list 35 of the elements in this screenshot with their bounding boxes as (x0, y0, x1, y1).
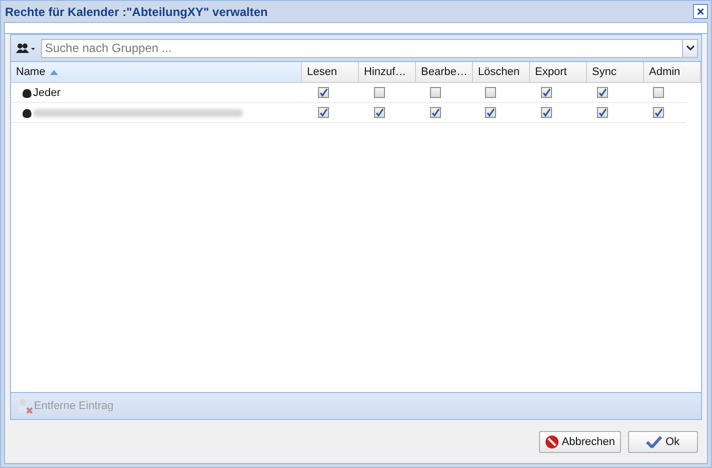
checkbox[interactable] (374, 87, 385, 98)
sort-ascending-icon (50, 70, 58, 74)
column-header[interactable]: Löschen (473, 62, 530, 82)
checkbox[interactable] (485, 87, 496, 98)
checkbox[interactable] (485, 107, 496, 118)
column-header[interactable]: Export (530, 62, 587, 82)
checkbox[interactable] (596, 87, 608, 98)
users-icon (16, 43, 36, 53)
checkbox[interactable] (374, 107, 385, 118)
checkbox[interactable] (318, 107, 330, 118)
checkmark-icon (646, 436, 662, 448)
checkbox[interactable] (541, 107, 552, 118)
checkbox[interactable] (652, 107, 664, 118)
close-button[interactable]: × (693, 4, 708, 19)
column-header[interactable]: Bearbe… (416, 62, 473, 82)
table-cell: Jeder (33, 86, 61, 98)
column-header[interactable]: Lesen (302, 62, 359, 82)
search-field[interactable]: Suche nach Gruppen ... (41, 38, 682, 58)
cancel-button[interactable]: Abbrechen (538, 430, 621, 452)
checkbox[interactable] (318, 87, 330, 98)
chevron-down-icon (686, 45, 694, 51)
checkbox[interactable] (430, 107, 441, 118)
checkbox[interactable] (541, 87, 552, 98)
window-title: Rechte für Kalender :"AbteilungXY" verwalten (5, 4, 268, 18)
checkbox[interactable] (596, 107, 608, 118)
column-header[interactable]: Sync (587, 62, 644, 82)
column-header[interactable]: Admin (644, 62, 701, 82)
cancel-icon (544, 434, 559, 448)
dropdown-button[interactable] (682, 38, 698, 58)
checkbox[interactable] (652, 87, 664, 98)
column-header[interactable]: Hinzuf… (359, 62, 416, 82)
checkbox[interactable] (430, 87, 441, 98)
ok-button[interactable]: Ok (628, 430, 698, 452)
column-header[interactable]: Name (11, 62, 302, 82)
remove-user-icon (17, 398, 33, 414)
